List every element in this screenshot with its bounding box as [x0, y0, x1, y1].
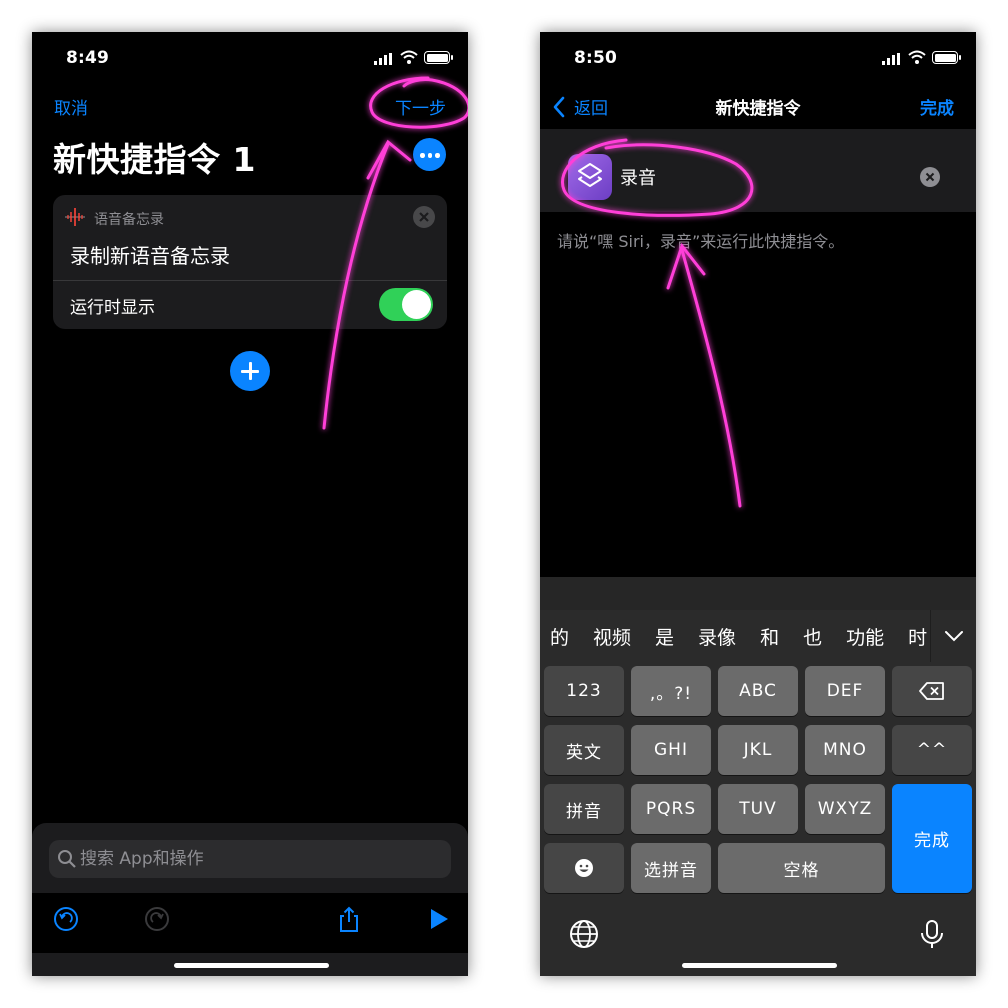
status-time: 8:49 — [66, 48, 110, 68]
key-jkl[interactable]: JKL — [718, 725, 798, 775]
key-tuv[interactable]: TUV — [718, 784, 798, 834]
status-bar: 8:50 — [540, 32, 976, 82]
globe-icon[interactable] — [568, 918, 600, 950]
play-icon[interactable] — [424, 905, 452, 933]
nav-title: 新快捷指令 — [715, 99, 801, 119]
right-phone-screen: 8:50 返回 新快捷指令 完成 请说“嘿 Siri，录音”来运行此快捷指令。 … — [540, 32, 976, 976]
battery-icon — [424, 51, 453, 64]
page-title: 新快捷指令 1 — [53, 140, 256, 179]
next-button[interactable]: 下一步 — [395, 94, 446, 119]
action-search-panel — [32, 823, 468, 976]
show-when-run-label: 运行时显示 — [70, 298, 155, 318]
candidate-word[interactable]: 是 — [655, 623, 674, 650]
section-divider — [540, 129, 976, 142]
key-select-pinyin[interactable]: 选拼音 — [631, 843, 711, 893]
candidate-word[interactable]: 和 — [760, 623, 779, 650]
microphone-icon[interactable] — [916, 918, 948, 950]
action-card[interactable]: 语音备忘录 录制新语音备忘录 运行时显示 — [53, 195, 447, 329]
space-key[interactable]: 空格 — [718, 843, 885, 893]
pinyin-keyboard: 的 视频 是 录像 和 也 功能 时 123 ,。?! ABC DEF 英文 G… — [540, 577, 976, 976]
candidate-word[interactable]: 功能 — [846, 623, 884, 650]
shortcut-name-input[interactable] — [620, 142, 840, 212]
status-bar: 8:49 — [32, 32, 468, 82]
candidate-bar: 的 视频 是 录像 和 也 功能 时 — [540, 610, 976, 662]
key-punctuation[interactable]: ,。?! — [631, 666, 711, 716]
plus-circle-icon[interactable] — [230, 351, 270, 391]
candidate-word[interactable]: 视频 — [593, 623, 631, 650]
card-divider — [53, 280, 447, 281]
cancel-button[interactable]: 取消 — [54, 94, 88, 119]
action-title: 录制新语音备忘录 — [70, 244, 230, 268]
delete-key[interactable] — [892, 666, 972, 716]
voice-memos-waveform-icon — [65, 208, 85, 226]
home-indicator — [682, 963, 837, 968]
candidate-word[interactable]: 时 — [908, 623, 927, 650]
candidate-word[interactable]: 的 — [550, 623, 569, 650]
cellular-signal-icon — [882, 53, 900, 65]
key-pinyin[interactable]: 拼音 — [544, 784, 624, 834]
candidate-word[interactable]: 也 — [803, 623, 822, 650]
undo-icon[interactable] — [52, 905, 80, 933]
done-button[interactable]: 完成 — [920, 94, 954, 119]
key-abc[interactable]: ABC — [718, 666, 798, 716]
key-ghi[interactable]: GHI — [631, 725, 711, 775]
battery-icon — [932, 51, 961, 64]
share-icon[interactable] — [335, 905, 363, 933]
editor-toolbar — [32, 893, 468, 953]
key-123[interactable]: 123 — [544, 666, 624, 716]
delete-backspace-icon — [919, 682, 944, 700]
keyboard-top-strip — [540, 577, 976, 610]
home-indicator — [174, 963, 329, 968]
key-def[interactable]: DEF — [805, 666, 885, 716]
ellipsis-circle-icon[interactable] — [413, 138, 446, 171]
status-time: 8:50 — [574, 48, 618, 68]
show-when-run-toggle[interactable] — [379, 288, 433, 321]
redo-icon[interactable] — [143, 905, 171, 933]
clear-text-icon[interactable] — [920, 167, 940, 187]
action-app-name: 语音备忘录 — [94, 212, 164, 228]
key-emoticon[interactable]: ^^ — [892, 725, 972, 775]
shortcut-name-row — [540, 142, 976, 212]
emoji-face-icon — [575, 859, 593, 877]
cellular-signal-icon — [374, 53, 392, 65]
remove-action-icon[interactable] — [413, 206, 435, 228]
search-field[interactable] — [49, 840, 451, 878]
search-icon — [58, 850, 76, 868]
wifi-icon — [400, 50, 418, 64]
key-english[interactable]: 英文 — [544, 725, 624, 775]
expand-candidates-button[interactable] — [930, 610, 976, 662]
key-wxyz[interactable]: WXYZ — [805, 784, 885, 834]
key-mno[interactable]: MNO — [805, 725, 885, 775]
siri-phrase-hint: 请说“嘿 Siri，录音”来运行此快捷指令。 — [557, 232, 845, 251]
wifi-icon — [908, 50, 926, 64]
candidate-word[interactable]: 录像 — [698, 623, 736, 650]
shortcuts-layers-icon[interactable] — [568, 154, 612, 200]
left-phone-screen: 8:49 取消 下一步 新快捷指令 1 语音备忘录 录制新语音备忘录 运行时显示 — [32, 32, 468, 976]
search-input[interactable] — [80, 840, 443, 878]
key-pqrs[interactable]: PQRS — [631, 784, 711, 834]
chevron-down-icon — [945, 631, 963, 642]
return-done-key[interactable]: 完成 — [892, 784, 972, 893]
emoji-key[interactable] — [544, 843, 624, 893]
